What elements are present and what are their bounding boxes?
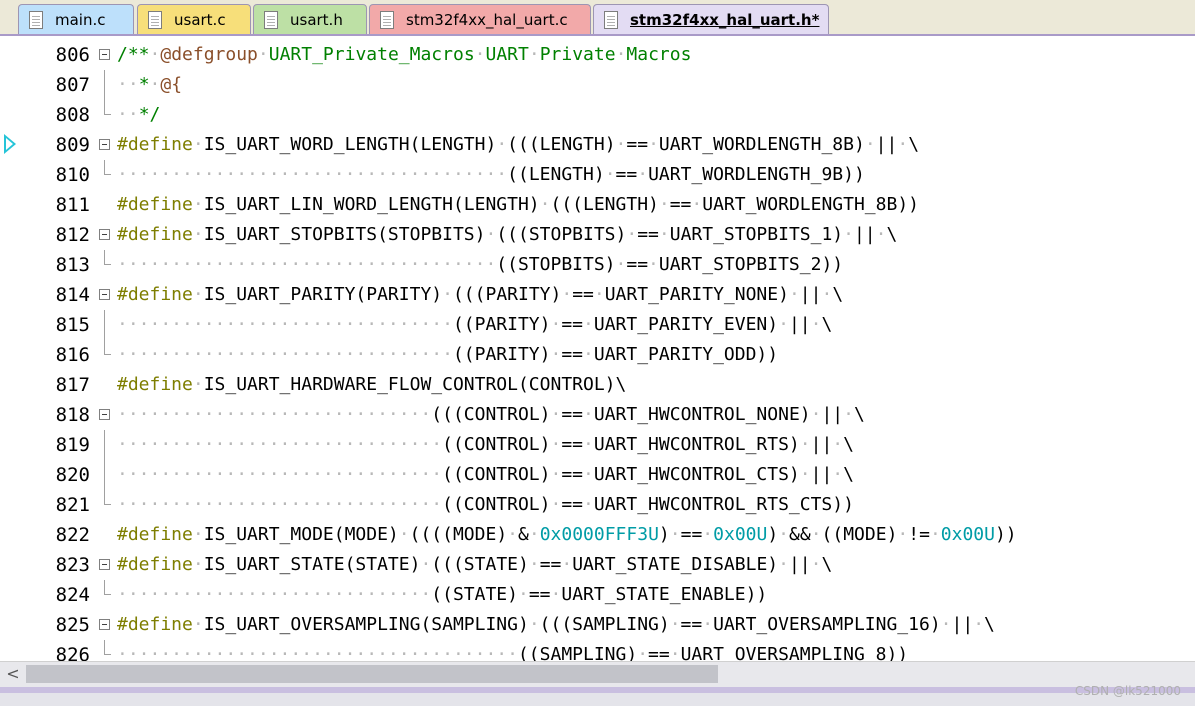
code-text: #define·IS_UART_OVERSAMPLING(SAMPLING)·(…	[117, 614, 995, 635]
code-text: #define·IS_UART_STATE(STATE)·(((STATE)·=…	[117, 554, 833, 575]
tab-label: usart.h	[290, 10, 343, 29]
code-line: 808 ··*/	[0, 100, 1195, 130]
code-editor[interactable]: 806 /**·@defgroup·UART_Private_Macros·UA…	[0, 40, 1195, 662]
file-icon	[29, 10, 43, 29]
code-line: 806 /**·@defgroup·UART_Private_Macros·UA…	[0, 40, 1195, 70]
scroll-left-arrow-icon[interactable]: <	[2, 664, 24, 684]
line-number: 821	[55, 494, 90, 516]
fold-toggle-icon[interactable]	[99, 49, 110, 60]
code-line: 814 #define·IS_UART_PARITY(PARITY)·(((PA…	[0, 280, 1195, 310]
fold-toggle-icon[interactable]	[99, 139, 110, 150]
line-number: 816	[55, 344, 90, 366]
code-text: ·····························(((CONTROL)…	[117, 404, 865, 425]
tab-main-c[interactable]: main.c	[18, 4, 134, 34]
status-strip	[0, 693, 1195, 706]
line-number: 824	[55, 584, 90, 606]
code-line: 825 #define·IS_UART_OVERSAMPLING(SAMPLIN…	[0, 610, 1195, 640]
tab-stm32f4xx-hal-uart-h[interactable]: stm32f4xx_hal_uart.h*	[593, 4, 829, 34]
scrollbar-thumb[interactable]	[26, 665, 718, 683]
file-icon	[380, 10, 394, 29]
fold-toggle-icon[interactable]	[99, 619, 110, 630]
code-line: 812 #define·IS_UART_STOPBITS(STOPBITS)·(…	[0, 220, 1195, 250]
code-line: 811 #define·IS_UART_LIN_WORD_LENGTH(LENG…	[0, 190, 1195, 220]
code-text: #define·IS_UART_STOPBITS(STOPBITS)·(((ST…	[117, 224, 898, 245]
tab-label: usart.c	[174, 10, 226, 29]
line-number: 823	[55, 554, 90, 576]
code-text: ··*·@{	[117, 74, 183, 95]
code-line: 807 ··*·@{	[0, 70, 1195, 100]
tab-label: main.c	[55, 10, 106, 29]
code-text: ····································((LE…	[117, 164, 865, 185]
line-number: 817	[55, 374, 90, 396]
line-number: 826	[55, 644, 90, 662]
watermark: CSDN @lk521000	[1074, 684, 1181, 698]
line-number: 820	[55, 464, 90, 486]
code-line: 817 #define·IS_UART_HARDWARE_FLOW_CONTRO…	[0, 370, 1195, 400]
code-line: 809 #define·IS_UART_WORD_LENGTH(LENGTH)·…	[0, 130, 1195, 160]
code-text: ··*/	[117, 104, 161, 125]
line-number: 812	[55, 224, 90, 246]
editor-tab-bar: main.c usart.c usart.h stm32f4xx_hal_uar…	[0, 0, 1195, 36]
code-text: ······························((CONTROL)…	[117, 464, 854, 485]
line-number: 825	[55, 614, 90, 636]
line-number: 819	[55, 434, 90, 456]
code-text: ······························((CONTROL)…	[117, 494, 854, 515]
tab-stm32f4xx-hal-uart-c[interactable]: stm32f4xx_hal_uart.c	[369, 4, 591, 34]
line-number: 809	[55, 134, 90, 156]
code-text: #define·IS_UART_WORD_LENGTH(LENGTH)·(((L…	[117, 134, 920, 155]
code-text: ···································((STO…	[117, 254, 844, 275]
line-number: 813	[55, 254, 90, 276]
code-line: 821 ······························((CONT…	[0, 490, 1195, 520]
code-line: 826 ····································…	[0, 640, 1195, 662]
tab-label: stm32f4xx_hal_uart.c	[406, 10, 568, 29]
code-text: ·······························((PARITY)…	[117, 314, 833, 335]
file-icon	[264, 10, 278, 29]
code-text: ·····································((S…	[117, 644, 909, 662]
code-text: #define·IS_UART_MODE(MODE)·((((MODE)·&·0…	[117, 524, 1017, 545]
code-line: 823 #define·IS_UART_STATE(STATE)·(((STAT…	[0, 550, 1195, 580]
line-number: 807	[55, 74, 90, 96]
code-text: #define·IS_UART_LIN_WORD_LENGTH(LENGTH)·…	[117, 194, 919, 215]
horizontal-scrollbar[interactable]: <	[0, 661, 1195, 687]
fold-toggle-icon[interactable]	[99, 229, 110, 240]
fold-toggle-icon[interactable]	[99, 409, 110, 420]
line-number: 815	[55, 314, 90, 336]
code-line: 816 ·······························((PAR…	[0, 340, 1195, 370]
code-text: ·····························((STATE)·==…	[117, 584, 768, 605]
code-text: ······························((CONTROL)…	[117, 434, 854, 455]
code-line: 810 ····································…	[0, 160, 1195, 190]
code-line: 815 ·······························((PAR…	[0, 310, 1195, 340]
code-text: #define·IS_UART_HARDWARE_FLOW_CONTROL(CO…	[117, 374, 627, 395]
code-line: 824 ·····························((STATE…	[0, 580, 1195, 610]
code-text: ·······························((PARITY)…	[117, 344, 779, 365]
line-number: 806	[55, 44, 90, 66]
fold-toggle-icon[interactable]	[99, 559, 110, 570]
tab-label: stm32f4xx_hal_uart.h*	[630, 10, 820, 29]
line-number: 818	[55, 404, 90, 426]
fold-toggle-icon[interactable]	[99, 289, 110, 300]
code-line: 820 ······························((CONT…	[0, 460, 1195, 490]
line-number: 822	[55, 524, 90, 546]
file-icon	[148, 10, 162, 29]
code-line: 818 ·····························(((CONT…	[0, 400, 1195, 430]
code-line: 819 ······························((CONT…	[0, 430, 1195, 460]
file-icon	[604, 10, 618, 29]
tab-usart-h[interactable]: usart.h	[253, 4, 367, 34]
line-number: 811	[55, 194, 90, 216]
line-number: 808	[55, 104, 90, 126]
code-text: #define·IS_UART_PARITY(PARITY)·(((PARITY…	[117, 284, 844, 305]
tab-usart-c[interactable]: usart.c	[137, 4, 251, 34]
line-number: 810	[55, 164, 90, 186]
line-number: 814	[55, 284, 90, 306]
code-line: 822 #define·IS_UART_MODE(MODE)·((((MODE)…	[0, 520, 1195, 550]
code-line: 813 ···································(…	[0, 250, 1195, 280]
code-text: /**·@defgroup·UART_Private_Macros·UART·P…	[117, 44, 692, 65]
